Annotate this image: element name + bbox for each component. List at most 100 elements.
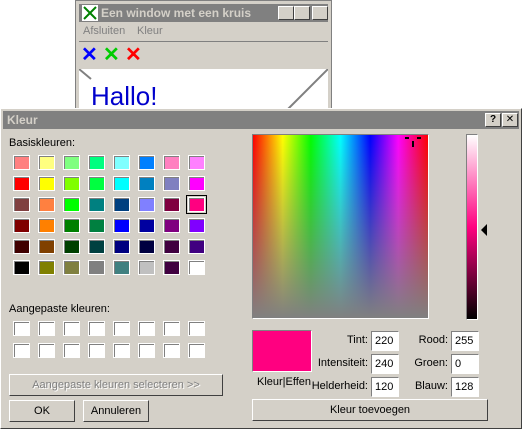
crosshair-icon: [405, 137, 421, 147]
basic-color-swatch[interactable]: [38, 239, 55, 254]
red-field[interactable]: 255: [451, 331, 479, 351]
color-spectrum[interactable]: [252, 134, 429, 319]
custom-color-swatch[interactable]: [38, 343, 55, 358]
custom-color-swatch[interactable]: [63, 343, 80, 358]
background-close-button[interactable]: ✕: [312, 6, 328, 20]
green-field[interactable]: 0: [451, 354, 479, 374]
luminance-slider[interactable]: [466, 134, 478, 320]
minimize-button[interactable]: _: [278, 6, 294, 20]
custom-color-swatch[interactable]: [113, 343, 130, 358]
basic-color-swatch[interactable]: [63, 197, 80, 212]
basic-color-swatch[interactable]: [63, 176, 80, 191]
tint-field[interactable]: 220: [371, 331, 399, 351]
maximize-button[interactable]: □: [294, 6, 310, 20]
basic-color-swatch[interactable]: [113, 197, 130, 212]
tint-label: Tint:: [347, 334, 368, 346]
brightness-field[interactable]: 120: [371, 377, 399, 397]
background-title-bar: Een window met een kruis _ □ ✕: [79, 4, 328, 22]
add-color-button[interactable]: Kleur toevoegen: [252, 399, 488, 421]
basic-color-swatch[interactable]: [113, 260, 130, 275]
background-toolbar: ✕ ✕ ✕: [79, 41, 328, 68]
basic-color-swatch[interactable]: [13, 155, 30, 170]
custom-color-swatch[interactable]: [138, 321, 155, 336]
background-client-area: Hallo!: [79, 69, 328, 113]
menu-afsluiten[interactable]: Afsluiten: [83, 25, 125, 37]
custom-color-swatch[interactable]: [63, 321, 80, 336]
red-label: Rood:: [418, 334, 448, 346]
menu-kleur[interactable]: Kleur: [137, 25, 163, 37]
dialog-title: Kleur: [7, 113, 38, 127]
basic-color-swatch[interactable]: [138, 155, 155, 170]
basic-color-swatch[interactable]: [138, 260, 155, 275]
basic-color-swatch[interactable]: [163, 176, 180, 191]
dialog-close-button[interactable]: ✕: [502, 113, 518, 127]
luminance-arrow-icon[interactable]: [480, 224, 488, 236]
basic-color-swatch[interactable]: [88, 176, 105, 191]
basic-color-swatch[interactable]: [88, 197, 105, 212]
custom-color-swatch[interactable]: [38, 321, 55, 336]
basic-color-swatch[interactable]: [113, 155, 130, 170]
basic-color-swatch[interactable]: [186, 195, 207, 214]
custom-color-swatch[interactable]: [163, 343, 180, 358]
basic-color-swatch[interactable]: [113, 239, 130, 254]
intensity-label: Intensiteit:: [317, 357, 368, 369]
basic-color-swatch[interactable]: [63, 155, 80, 170]
basic-color-swatch[interactable]: [38, 176, 55, 191]
red-x-icon[interactable]: ✕: [125, 42, 142, 67]
basic-color-swatch[interactable]: [188, 176, 205, 191]
basic-color-swatch[interactable]: [138, 218, 155, 233]
basic-color-swatch[interactable]: [113, 176, 130, 191]
custom-color-swatch[interactable]: [88, 321, 105, 336]
background-menu-bar: Afsluiten Kleur: [79, 23, 328, 39]
basic-color-swatch[interactable]: [188, 239, 205, 254]
define-custom-colors-button[interactable]: Aangepaste kleuren selecteren >>: [9, 374, 223, 396]
basic-color-swatch[interactable]: [163, 260, 180, 275]
basic-color-swatch[interactable]: [13, 218, 30, 233]
basic-color-swatch[interactable]: [38, 260, 55, 275]
basic-color-swatch[interactable]: [138, 239, 155, 254]
basic-color-swatch[interactable]: [138, 197, 155, 212]
basic-color-swatch[interactable]: [188, 218, 205, 233]
basic-color-swatch[interactable]: [63, 218, 80, 233]
help-button[interactable]: ?: [485, 113, 501, 127]
green-x-icon[interactable]: ✕: [103, 42, 120, 67]
blue-x-icon[interactable]: ✕: [81, 42, 98, 67]
blue-label: Blauw:: [414, 380, 448, 392]
basic-color-swatch[interactable]: [138, 176, 155, 191]
basic-color-swatch[interactable]: [38, 197, 55, 212]
basic-color-swatch[interactable]: [113, 218, 130, 233]
basic-color-swatch[interactable]: [13, 239, 30, 254]
ok-button[interactable]: OK: [9, 400, 75, 422]
basic-color-swatch[interactable]: [63, 239, 80, 254]
basic-color-swatch[interactable]: [13, 260, 30, 275]
basic-color-swatch[interactable]: [163, 155, 180, 170]
custom-color-swatch[interactable]: [113, 321, 130, 336]
custom-color-swatch[interactable]: [13, 321, 30, 336]
app-x-icon: [82, 5, 98, 21]
blue-field[interactable]: 128: [451, 377, 479, 397]
basic-color-swatch[interactable]: [163, 239, 180, 254]
basic-color-swatch[interactable]: [88, 218, 105, 233]
basic-color-swatch[interactable]: [38, 218, 55, 233]
custom-color-swatch[interactable]: [163, 321, 180, 336]
cancel-button[interactable]: Annuleren: [83, 400, 149, 422]
custom-color-swatch[interactable]: [188, 321, 205, 336]
custom-color-swatch[interactable]: [13, 343, 30, 358]
basic-color-swatch[interactable]: [88, 155, 105, 170]
basic-color-swatch[interactable]: [88, 239, 105, 254]
intensity-field[interactable]: 240: [371, 354, 399, 374]
basic-color-swatch[interactable]: [188, 260, 205, 275]
custom-color-swatch[interactable]: [88, 343, 105, 358]
custom-color-swatch[interactable]: [188, 343, 205, 358]
basic-color-swatch[interactable]: [13, 197, 30, 212]
basic-color-swatch[interactable]: [13, 176, 30, 191]
basic-color-swatch[interactable]: [188, 155, 205, 170]
basic-color-swatch[interactable]: [63, 260, 80, 275]
basic-color-swatch[interactable]: [38, 155, 55, 170]
basic-color-swatch[interactable]: [163, 197, 180, 212]
green-label: Groen:: [414, 357, 448, 369]
custom-color-swatch[interactable]: [138, 343, 155, 358]
basic-color-swatch[interactable]: [163, 218, 180, 233]
basic-color-swatch[interactable]: [88, 260, 105, 275]
background-window-title: Een window met een kruis: [101, 6, 252, 20]
